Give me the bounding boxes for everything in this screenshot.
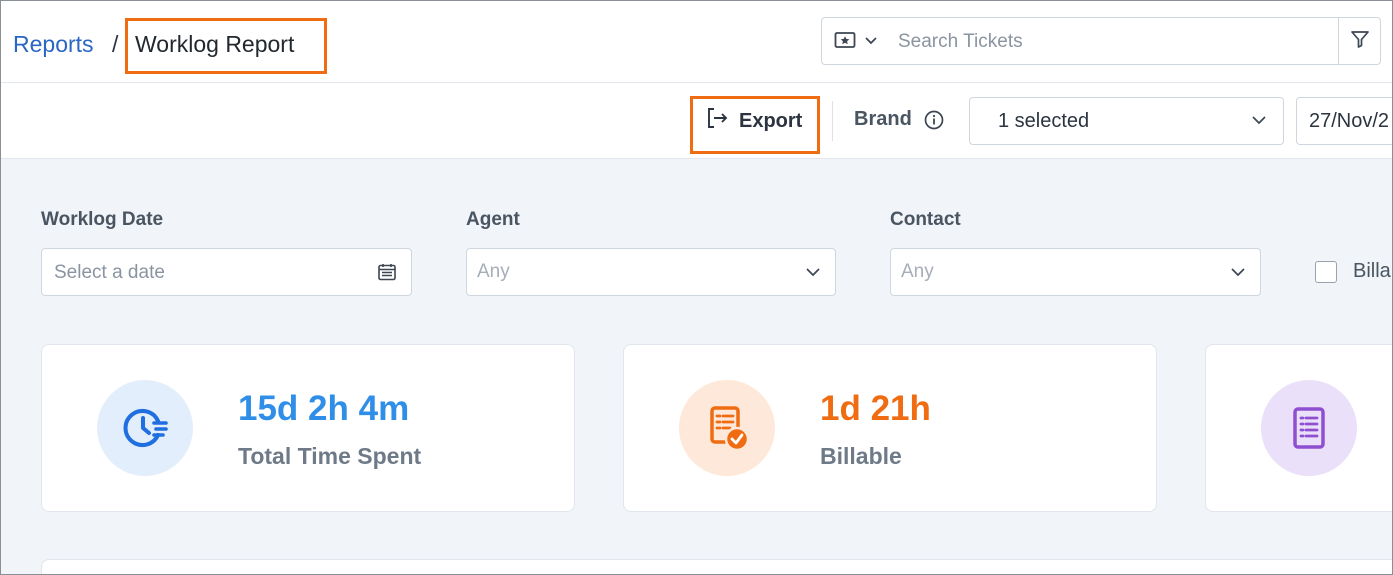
agent-label: Agent bbox=[466, 209, 520, 230]
stat-card-total-time: 15d 2h 4m Total Time Spent bbox=[41, 344, 575, 512]
date-range-value: 27/Nov/2 bbox=[1309, 110, 1390, 132]
top-header: Reports / Worklog Report bbox=[1, 1, 1392, 83]
total-time-caption: Total Time Spent bbox=[238, 443, 422, 469]
agent-select-value: Any bbox=[477, 261, 510, 282]
billable-document-icon bbox=[679, 380, 775, 476]
stat-card-third bbox=[1205, 344, 1392, 512]
worklog-date-label: Worklog Date bbox=[41, 209, 164, 230]
brand-select[interactable]: 1 selected bbox=[969, 97, 1284, 145]
billable-checkbox-label: Billa bbox=[1353, 260, 1391, 282]
stat-card-billable: 1d 21h Billable bbox=[623, 344, 1157, 512]
brand-label: Brand bbox=[854, 108, 912, 130]
ticket-icon bbox=[834, 31, 856, 54]
toolbar-divider bbox=[832, 101, 833, 141]
search-bar bbox=[821, 17, 1381, 65]
chevron-down-icon bbox=[1251, 112, 1267, 133]
contact-label: Contact bbox=[890, 209, 961, 230]
breadcrumb-separator: / bbox=[112, 31, 119, 57]
chevron-down-icon bbox=[864, 33, 878, 51]
search-input[interactable] bbox=[898, 26, 1328, 58]
worklog-date-input[interactable] bbox=[54, 258, 354, 288]
date-range-picker[interactable]: 27/Nov/2 bbox=[1296, 97, 1392, 145]
calendar-icon[interactable] bbox=[377, 262, 397, 287]
export-button[interactable]: Export bbox=[705, 107, 802, 135]
report-table-panel bbox=[41, 559, 1392, 574]
brand-select-value: 1 selected bbox=[998, 110, 1090, 132]
export-icon bbox=[705, 106, 729, 136]
app-window: Reports / Worklog Report Search Tickets … bbox=[0, 0, 1393, 575]
total-time-value: 15d 2h 4m bbox=[238, 389, 410, 428]
chevron-down-icon bbox=[1230, 264, 1246, 285]
report-content: Worklog Date Agent Contact Any Any bbox=[1, 159, 1392, 574]
page-title: Worklog Report bbox=[135, 31, 295, 57]
chevron-down-icon bbox=[805, 264, 821, 285]
clock-icon bbox=[97, 380, 193, 476]
billable-checkbox[interactable] bbox=[1315, 261, 1337, 283]
billable-caption: Billable bbox=[820, 443, 902, 469]
breadcrumb-reports-link[interactable]: Reports bbox=[13, 31, 94, 58]
filter-icon bbox=[1350, 29, 1370, 54]
contact-select-value: Any bbox=[901, 261, 934, 282]
contact-select[interactable]: Any bbox=[890, 248, 1261, 296]
agent-select[interactable]: Any bbox=[466, 248, 836, 296]
export-label: Export bbox=[739, 109, 803, 132]
worklog-date-field[interactable] bbox=[41, 248, 412, 296]
report-toolbar: Export Brand 1 selected 27/Nov/2 bbox=[1, 83, 1392, 159]
info-icon[interactable] bbox=[923, 109, 945, 131]
billable-value: 1d 21h bbox=[820, 389, 931, 428]
search-type-dropdown[interactable] bbox=[834, 30, 884, 54]
notes-icon bbox=[1261, 380, 1357, 476]
filter-button[interactable] bbox=[1338, 18, 1380, 64]
